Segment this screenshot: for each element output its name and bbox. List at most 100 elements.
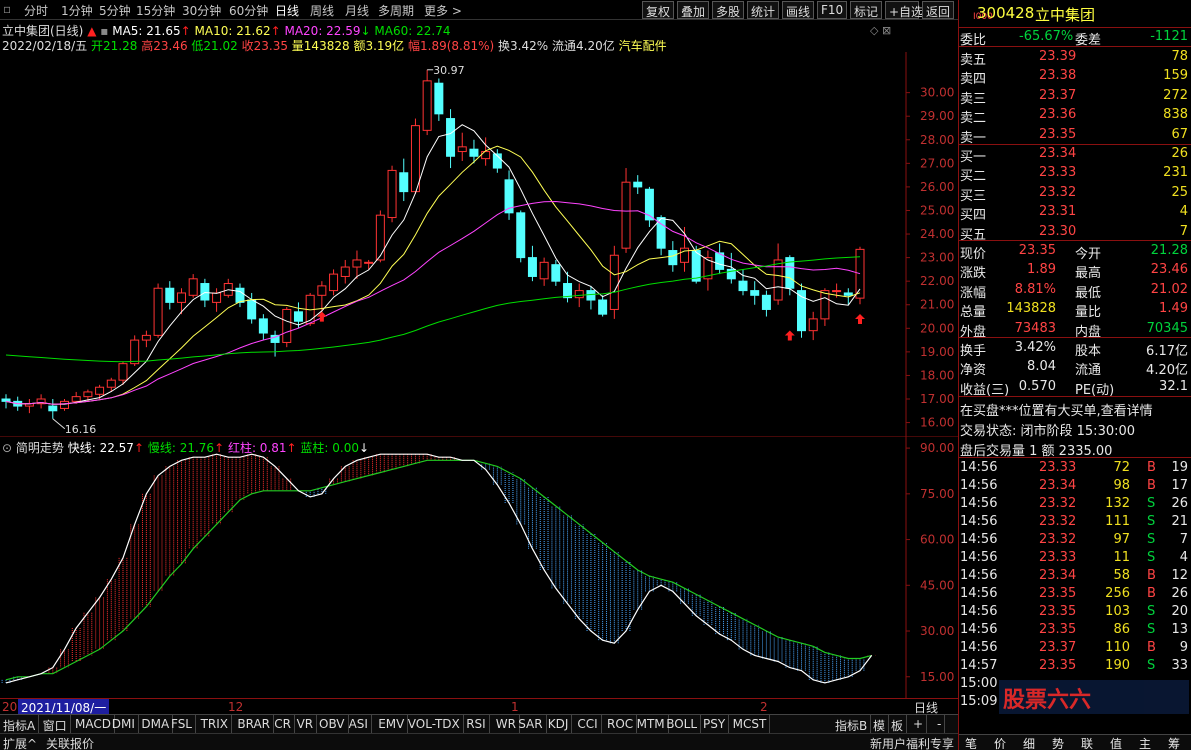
indicator-tab-10[interactable]: OBV [316, 715, 349, 734]
panel-tab-2[interactable]: 细 [1023, 735, 1035, 750]
candle-body [399, 172, 409, 193]
indicator-tab-14[interactable]: RSI [463, 715, 490, 734]
indicator-tab-22[interactable]: PSY [700, 715, 730, 734]
indicator-tab-0[interactable]: 指标A [0, 715, 40, 734]
toolbar-button-3[interactable]: 统计 [747, 1, 779, 19]
candle-body [364, 261, 374, 264]
period-tab-8[interactable]: 月线 [345, 2, 369, 19]
toolbar-button-8[interactable]: 返回 [922, 1, 954, 19]
panel-tab-0[interactable]: 笔 [965, 735, 977, 750]
panel-tab-6[interactable]: 主 [1139, 735, 1151, 750]
toolbar-button-7[interactable]: +自选 [885, 1, 923, 19]
ask-row[interactable]: 卖二 23.36 838 [959, 106, 1191, 126]
toolbar-button-5[interactable]: F10 [817, 1, 847, 19]
ask-row[interactable]: 卖一 23.35 67 [959, 126, 1191, 146]
indicator-tab-24[interactable]: 指标B [832, 715, 872, 734]
candle-body [551, 264, 561, 282]
period-tab-10[interactable]: 更多 > [424, 2, 462, 19]
tick-volume: 72 [1113, 460, 1130, 475]
candle-body [820, 290, 830, 320]
indicator-tab-12[interactable]: EMV [375, 715, 409, 734]
price-tick-label: 21.00 [920, 298, 954, 312]
chart-corner-icons[interactable]: ◇ ⊠ [870, 24, 891, 37]
indicator-tab-26[interactable]: 板 [888, 715, 908, 734]
toolbar-button-1[interactable]: 叠加 [677, 1, 709, 19]
bid-row[interactable]: 买四 23.31 4 [959, 203, 1191, 223]
big-order-notice[interactable]: 在买盘***位置有大买单,查看详情 [960, 400, 1153, 419]
tick-row: 14:56 23.32 111 S 21 [959, 513, 1191, 531]
indicator-tab-28[interactable]: - [934, 715, 946, 734]
stock-header: I000 300428 立中集团 [959, 2, 1191, 28]
indicator-tab-18[interactable]: CCI [574, 715, 602, 734]
indicator-tab-8[interactable]: CR [271, 715, 295, 734]
candle-body [48, 405, 58, 412]
tick-row: 14:56 23.35 86 S 13 [959, 621, 1191, 639]
ask-row[interactable]: 卖四 23.38 159 [959, 67, 1191, 87]
tick-direction: B [1147, 640, 1156, 655]
period-tab-9[interactable]: 多周期 [378, 2, 414, 19]
toolbar-button-6[interactable]: 标记 [850, 1, 882, 19]
indicator-tab-3[interactable]: DMI [109, 715, 139, 734]
stats-label-a: 换手 [960, 344, 987, 359]
indicator-tab-9[interactable]: VR [294, 715, 318, 734]
toolbar-button-2[interactable]: 多股 [712, 1, 744, 19]
bid-row[interactable]: 买三 23.32 25 [959, 184, 1191, 204]
period-tab-1[interactable]: 1分钟 [61, 2, 93, 19]
quote-value-b: 21.28 [1150, 243, 1188, 258]
tick-direction: B [1147, 460, 1156, 475]
period-tab-6[interactable]: 日线 [275, 2, 299, 19]
indicator-tab-13[interactable]: VOL-TDX [405, 715, 464, 734]
ask-row[interactable]: 卖五 23.39 78 [959, 48, 1191, 68]
period-tab-2[interactable]: 5分钟 [99, 2, 131, 19]
bid-row[interactable]: 买五 23.30 7 [959, 223, 1191, 243]
indicator-tab-25[interactable]: 模 [870, 715, 890, 734]
low-label: 低21.02 [191, 39, 238, 53]
close-label: 收23.35 [241, 39, 288, 53]
indicator-tab-23[interactable]: MCST [730, 715, 771, 734]
panel-tab-5[interactable]: 值 [1110, 735, 1122, 750]
bid-row[interactable]: 买二 23.33 231 [959, 164, 1191, 184]
bid-row[interactable]: 买一 23.34 26 [959, 145, 1191, 165]
quote-value-b: 1.49 [1159, 301, 1188, 317]
new-user-benefit-link[interactable]: 新用户福利专享 [870, 735, 954, 750]
indicator-tab-1[interactable]: 窗口 [40, 715, 71, 734]
indicator-tab-16[interactable]: SAR [515, 715, 547, 734]
ask-label: 卖三 [960, 91, 987, 107]
tick-time: 14:56 [960, 622, 998, 637]
price-tick-label: 26.00 [920, 180, 954, 194]
tick-volume: 111 [1105, 514, 1130, 529]
expand-button[interactable]: 扩展^ [3, 735, 37, 750]
related-quote-button[interactable]: 关联报价 [46, 735, 94, 750]
notice-row[interactable]: 在买盘***位置有大买单,查看详情 [959, 399, 1191, 419]
ask-row[interactable]: 卖三 23.37 272 [959, 87, 1191, 107]
stats-value-b: 6.17亿 [1146, 344, 1188, 359]
tick-price: 23.34 [1039, 568, 1077, 583]
indicator-tab-21[interactable]: BOLL [663, 715, 702, 734]
panel-tab-3[interactable]: 势 [1052, 735, 1064, 750]
price-tick-label: 23.00 [920, 251, 954, 265]
toolbar-button-0[interactable]: 复权 [642, 1, 674, 19]
tick-time: 14:57 [960, 658, 998, 673]
period-tab-7[interactable]: 周线 [310, 2, 334, 19]
indicator-tab-17[interactable]: KDJ [545, 715, 573, 734]
indicator-tab-5[interactable]: FSL [168, 715, 196, 734]
tick-row: 14:56 23.37 110 B 9 [959, 639, 1191, 657]
toolbar-button-4[interactable]: 画线 [782, 1, 814, 19]
indicator-tab-6[interactable]: TRIX [198, 715, 233, 734]
indicator-tab-7[interactable]: BRAR [234, 715, 275, 734]
period-tab-3[interactable]: 15分钟 [136, 2, 175, 19]
indicator-tab-19[interactable]: ROC [604, 715, 638, 734]
panel-tab-4[interactable]: 联 [1081, 735, 1093, 750]
panel-tab-7[interactable]: 筹 [1168, 735, 1180, 750]
tick-time: 14:56 [960, 640, 998, 655]
period-tab-4[interactable]: 30分钟 [182, 2, 221, 19]
weicha-value: -1121 [1150, 29, 1188, 44]
tick-row: 14:56 23.35 103 S 20 [959, 603, 1191, 621]
period-tab-0[interactable]: 分时 [24, 2, 48, 19]
panel-tab-1[interactable]: 价 [994, 735, 1006, 750]
candle-body [375, 214, 385, 261]
indicator-tab-27[interactable]: + [910, 715, 928, 734]
period-tab-5[interactable]: 60分钟 [229, 2, 268, 19]
indicator-tab-11[interactable]: ASI [346, 715, 372, 734]
candle-body [773, 259, 783, 301]
